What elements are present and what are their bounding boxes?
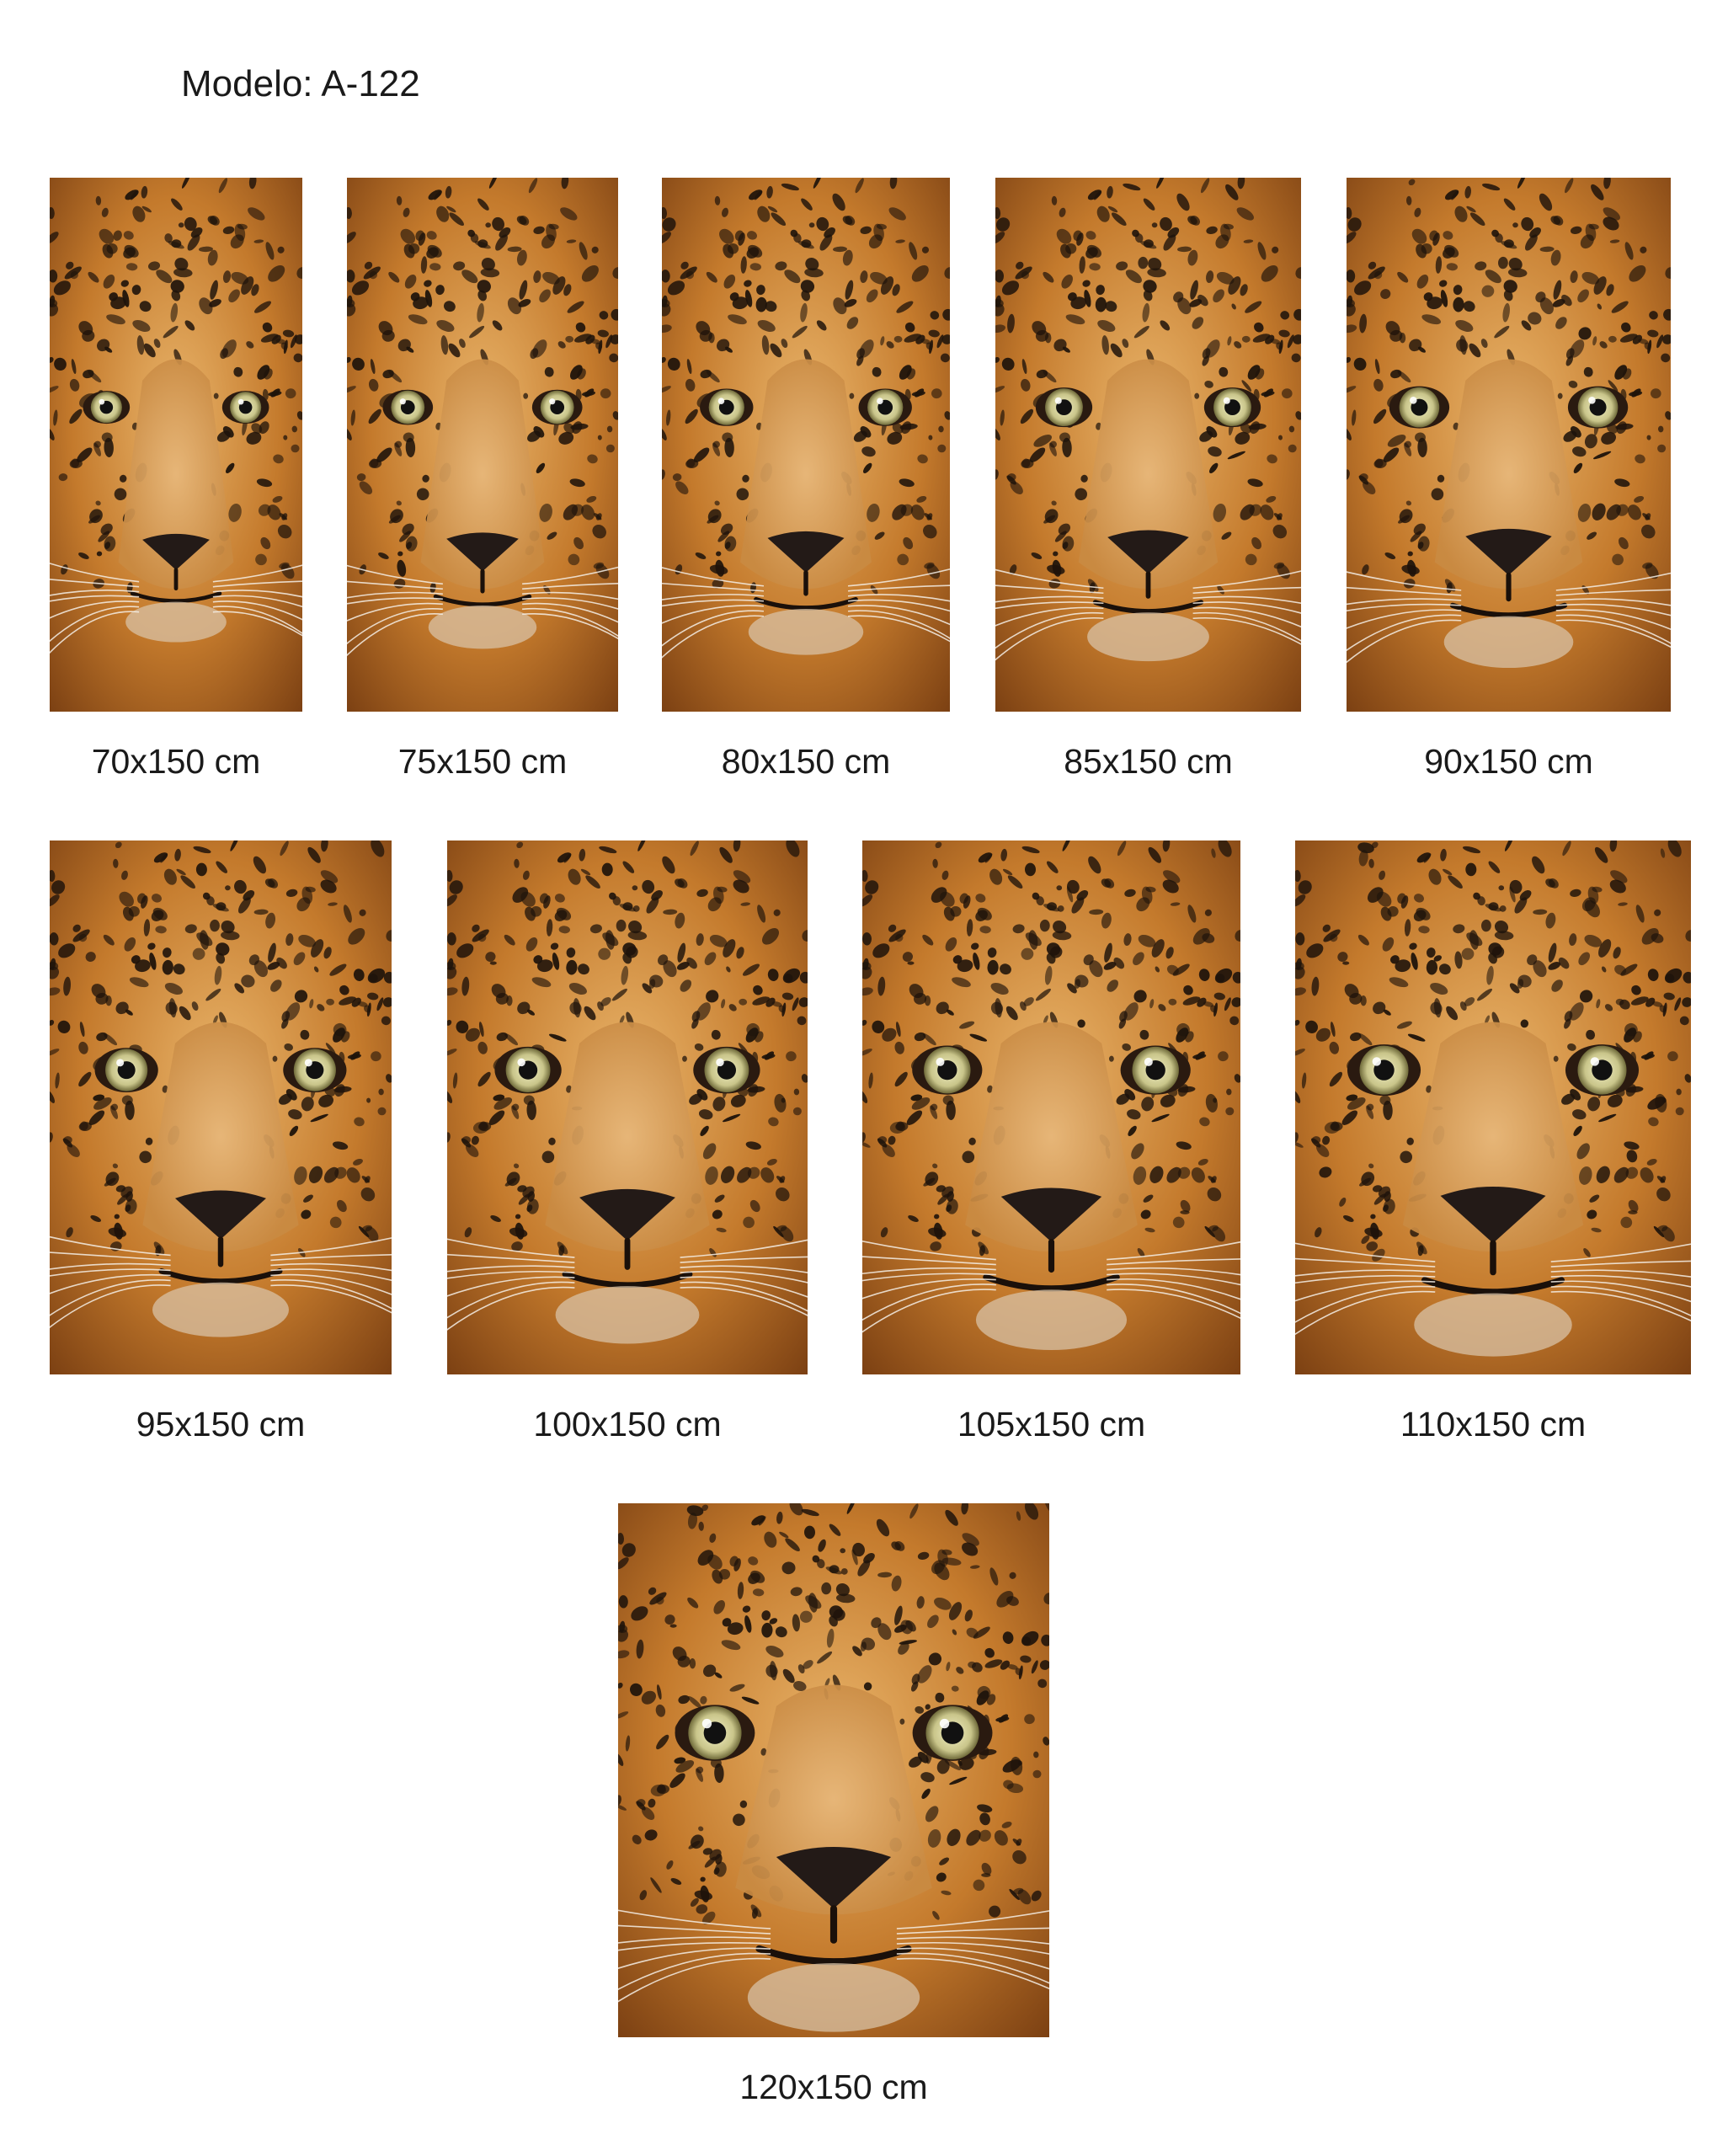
size-label-85x150: 85x150 cm: [1064, 742, 1233, 781]
size-label-90x150: 90x150 cm: [1424, 742, 1593, 781]
size-label-105x150: 105x150 cm: [957, 1405, 1146, 1444]
leopard-image-110x150: [1295, 841, 1691, 1374]
size-label-110x150: 110x150 cm: [1400, 1405, 1587, 1444]
leopard-face-graphic: [50, 841, 392, 1374]
size-label-95x150: 95x150 cm: [136, 1405, 306, 1444]
leopard-image-105x150: [862, 841, 1240, 1374]
leopard-face-graphic: [862, 841, 1240, 1374]
size-label-80x150: 80x150 cm: [721, 742, 891, 781]
leopard-image-95x150: [50, 841, 392, 1374]
leopard-face-graphic: [447, 841, 808, 1374]
leopard-face-graphic: [50, 178, 302, 712]
size-label-120x150: 120x150 cm: [739, 2068, 928, 2106]
leopard-face-graphic: [618, 1503, 1049, 2037]
leopard-face-graphic: [1295, 841, 1691, 1374]
leopard-image-85x150: [995, 178, 1301, 712]
leopard-face-graphic: [995, 178, 1301, 712]
leopard-image-75x150: [347, 178, 618, 712]
leopard-face-graphic: [347, 178, 618, 712]
leopard-image-70x150: [50, 178, 302, 712]
leopard-face-graphic: [662, 178, 950, 712]
leopard-face-graphic: [1347, 178, 1671, 712]
size-label-100x150: 100x150 cm: [533, 1405, 722, 1444]
leopard-image-80x150: [662, 178, 950, 712]
size-label-75x150: 75x150 cm: [397, 742, 568, 781]
leopard-image-100x150: [447, 841, 808, 1374]
leopard-image-120x150: [618, 1503, 1049, 2037]
size-label-70x150: 70x150 cm: [91, 742, 261, 781]
leopard-image-90x150: [1347, 178, 1671, 712]
model-title: Modelo: A-122: [181, 63, 420, 104]
